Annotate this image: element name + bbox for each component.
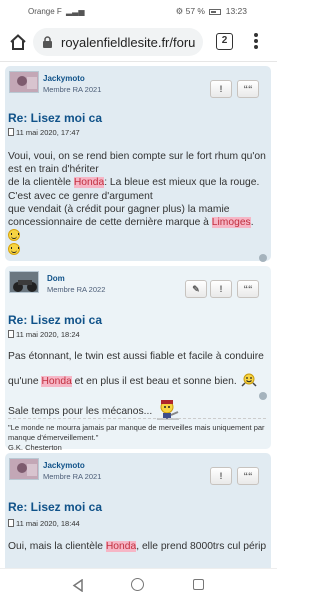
post-date[interactable]: 11 mai 2020, 18:24 — [8, 330, 80, 339]
report-button[interactable]: ! — [210, 280, 232, 298]
search-highlight: Honda — [73, 177, 105, 189]
smiley-icon — [8, 243, 20, 256]
browser-toolbar: royalenfieldlesite.fr/foru 2 — [0, 22, 277, 62]
back-to-top-icon[interactable] — [259, 392, 267, 400]
post-body: Voui, voui, on se rend bien compte sur l… — [8, 150, 266, 258]
search-highlight: Limoges — [211, 217, 251, 229]
username[interactable]: Jackymoto — [43, 461, 85, 470]
tab-switcher-button[interactable]: 2 — [216, 33, 233, 50]
avatar[interactable] — [9, 458, 39, 480]
post-date[interactable]: 11 mai 2020, 18:44 — [8, 519, 80, 528]
post-title[interactable]: Re: Lisez moi ca — [8, 111, 102, 125]
carrier-label: Orange F — [28, 7, 62, 16]
post-title[interactable]: Re: Lisez moi ca — [8, 313, 102, 327]
clock: 13:23 — [225, 6, 247, 16]
recent-apps-icon[interactable] — [193, 579, 204, 590]
username[interactable]: Dom — [47, 274, 65, 283]
signature: "Le monde ne mourra jamais par manque de… — [8, 418, 266, 453]
forum-post: Dom Membre RA 2022 ✎ ! ““ Re: Lisez moi … — [5, 266, 271, 452]
user-rank: Membre RA 2021 — [43, 85, 102, 94]
post-link-icon — [8, 330, 14, 338]
battery-icon — [209, 8, 222, 15]
post-body: Pas étonnant, le twin est aussi fiable e… — [8, 350, 266, 422]
topic-posts: Jackymoto Membre RA 2021 ! ““ Re: Lisez … — [0, 63, 277, 568]
status-bar: Orange F ▂▃▅ ⚙ 57 % 13:23 — [0, 0, 277, 22]
address-bar[interactable]: royalenfieldlesite.fr/foru — [33, 28, 203, 56]
forum-post: Jackymoto Membre RA 2021 ! ““ Re: Lisez … — [5, 453, 271, 568]
report-button[interactable]: ! — [210, 467, 232, 485]
vibrate-icon: ⚙ — [175, 6, 184, 16]
search-highlight: Honda — [41, 376, 72, 387]
username[interactable]: Jackymoto — [43, 74, 85, 83]
dancing-smiley-icon — [241, 373, 257, 387]
smiley-icon — [8, 229, 20, 242]
avatar[interactable] — [9, 71, 39, 93]
report-button[interactable]: ! — [210, 80, 232, 98]
back-icon[interactable] — [72, 579, 84, 592]
user-rank: Membre RA 2021 — [43, 472, 102, 481]
home-icon[interactable] — [9, 33, 27, 51]
quote-button[interactable]: ““ — [237, 467, 259, 485]
search-highlight: Honda — [105, 541, 137, 552]
system-nav-bar — [0, 568, 277, 600]
post-link-icon — [8, 128, 14, 136]
back-to-top-icon[interactable] — [259, 254, 267, 262]
post-title[interactable]: Re: Lisez moi ca — [8, 500, 102, 514]
battery-percent: 57 % — [185, 6, 205, 16]
post-link-icon — [8, 519, 14, 527]
quote-button[interactable]: ““ — [237, 280, 259, 298]
quote-button[interactable]: ““ — [237, 80, 259, 98]
forum-post: Jackymoto Membre RA 2021 ! ““ Re: Lisez … — [5, 66, 271, 262]
lock-icon — [43, 36, 52, 48]
avatar[interactable] — [9, 271, 39, 293]
post-date[interactable]: 11 mai 2020, 17:47 — [8, 128, 80, 137]
overflow-menu-icon[interactable] — [253, 33, 259, 51]
user-rank: Membre RA 2022 — [47, 285, 106, 294]
signal-icon: ▂▃▅ — [66, 7, 85, 16]
post-body: Oui, mais la clientèle Honda, elle prend… — [8, 541, 266, 552]
home-nav-icon[interactable] — [131, 578, 144, 591]
url-text: royalenfieldlesite.fr/foru — [61, 35, 196, 50]
edit-button[interactable]: ✎ — [185, 280, 207, 298]
